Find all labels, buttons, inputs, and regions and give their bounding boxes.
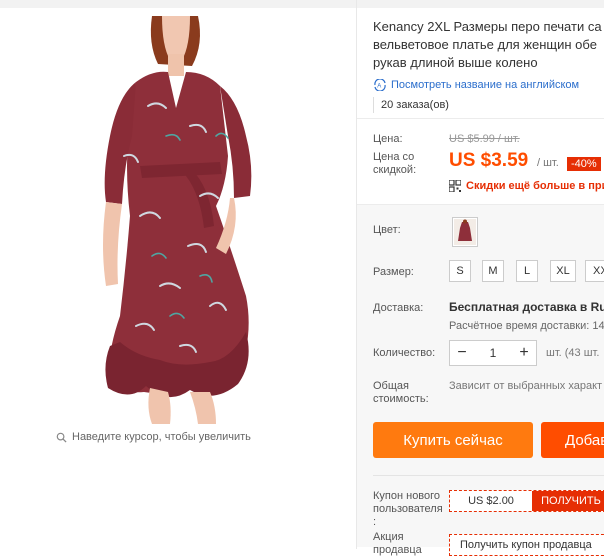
per-unit: / шт. (537, 157, 559, 169)
orders-count: 20 заказа(ов) (373, 97, 449, 113)
translate-icon: A (374, 79, 386, 91)
divider (357, 118, 604, 119)
size-option-m[interactable]: M (482, 260, 504, 282)
total-label-line: стоимость: (373, 393, 429, 405)
quantity-decrease-button[interactable]: − (450, 341, 474, 365)
buy-now-button[interactable]: Купить сейчас (373, 422, 533, 458)
coupon-amount: US $2.00 (468, 495, 514, 507)
quantity-increase-button[interactable]: + (512, 341, 536, 365)
color-label: Цвет: (373, 224, 401, 236)
magnifier-icon (56, 432, 67, 443)
sale-price-label: Цена со скидкой: (373, 151, 416, 177)
quantity-label: Количество: (373, 347, 436, 359)
product-title-line: вельветовое платье для женщин обе (373, 37, 597, 52)
zoom-hint-text: Наведите курсор, чтобы увеличить (72, 431, 251, 443)
shipping-estimate: Расчётное время доставки: 14 (449, 320, 604, 332)
sale-price: US $3.59 (449, 150, 529, 171)
sale-price-label-line: скидкой: (373, 164, 417, 176)
size-option-s[interactable]: S (449, 260, 471, 282)
product-title-line: Kenancy 2XL Размеры перо печати са (373, 19, 602, 34)
shipping-method[interactable]: Бесплатная доставка в Russi (449, 300, 604, 314)
product-image-panel: Наведите курсор, чтобы увеличить (0, 8, 355, 443)
product-title: Kenancy 2XL Размеры перо печати са вельв… (373, 18, 604, 72)
coupon-label-line: : (373, 516, 377, 528)
size-option-xxl[interactable]: XX (585, 260, 604, 282)
seller-promo-label-line: продавца (373, 544, 422, 556)
translate-title-link[interactable]: A Посмотреть название на английском (373, 79, 579, 91)
svg-text:A: A (377, 84, 381, 90)
divider (373, 475, 604, 476)
seller-promo-label: Акция продавца (373, 531, 422, 557)
get-coupon-button[interactable]: ПОЛУЧИТЬ (532, 491, 604, 511)
product-photo[interactable] (40, 16, 310, 424)
size-option-l[interactable]: L (516, 260, 538, 282)
color-option-thumbnail[interactable] (452, 217, 478, 247)
stock-available: шт. (43 шт. (546, 347, 600, 359)
total-label: Общая стоимость: (373, 380, 429, 406)
coupon-label-line: Купон нового (373, 490, 441, 502)
sale-price-label-line: Цена со (373, 151, 415, 163)
quantity-stepper: − 1 + (449, 340, 537, 366)
zoom-hint: Наведите курсор, чтобы увеличить (56, 431, 251, 443)
quantity-input[interactable]: 1 (474, 341, 512, 365)
total-label-line: Общая (373, 380, 409, 392)
product-title-line: рукав длиной выше колено (373, 55, 538, 70)
coupon-label-line: пользователя (373, 503, 443, 515)
total-value: Зависит от выбранных характ (449, 380, 603, 392)
new-user-coupon-label: Купон нового пользователя : (373, 490, 443, 529)
qr-code-icon (449, 180, 461, 192)
old-price: US $5.99 / шт. (449, 133, 520, 145)
seller-promo-label-line: Акция (373, 531, 404, 543)
app-discount-link[interactable]: Скидки ещё больше в прил (449, 180, 604, 192)
discount-badge: -40% (567, 157, 601, 171)
product-details-panel: Kenancy 2XL Размеры перо печати са вельв… (357, 0, 604, 556)
size-label: Размер: (373, 266, 414, 278)
dress-thumbnail-image (454, 219, 476, 245)
translate-link-text[interactable]: Посмотреть название на английском (391, 79, 579, 91)
shipping-label: Доставка: (373, 302, 424, 314)
size-option-xl[interactable]: XL (550, 260, 576, 282)
new-user-coupon: US $2.00 ПОЛУЧИТЬ (449, 490, 604, 512)
get-seller-coupon-button[interactable]: Получить купон продавца (449, 534, 604, 556)
app-discount-text[interactable]: Скидки ещё больше в прил (466, 180, 604, 192)
price-label: Цена: (373, 133, 403, 145)
add-to-cart-button[interactable]: Добав (541, 422, 604, 458)
